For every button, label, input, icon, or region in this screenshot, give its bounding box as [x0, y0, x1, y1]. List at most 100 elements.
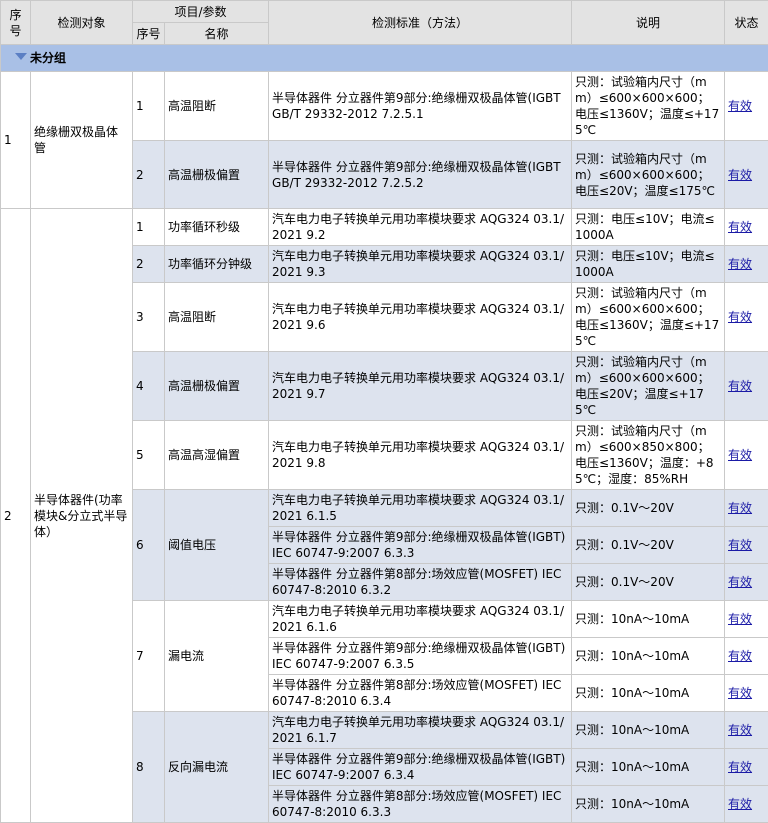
item-name: 漏电流: [165, 601, 269, 712]
standard-cell: 半导体器件 分立器件第8部分:场效应管(MOSFET) IEC 60747-8:…: [269, 786, 572, 823]
status-cell: 有效: [725, 490, 768, 527]
item-seq: 3: [133, 283, 165, 352]
header-item-seq: 序号: [133, 23, 165, 45]
item-seq: 8: [133, 712, 165, 823]
object-name: 半导体器件(功率模块&分立式半导体）: [31, 209, 133, 823]
standard-cell: 汽车电力电子转换单元用功率模块要求 AQG324 03.1/2021 9.2: [269, 209, 572, 246]
item-name: 高温栅极偏置: [165, 141, 269, 209]
item-seq: 6: [133, 490, 165, 601]
status-link[interactable]: 有效: [728, 538, 752, 552]
item-name: 高温阻断: [165, 283, 269, 352]
status-link[interactable]: 有效: [728, 220, 752, 234]
status-cell: 有效: [725, 638, 768, 675]
note-cell: 只测：10nA～10mA: [572, 675, 725, 712]
status-link[interactable]: 有效: [728, 649, 752, 663]
note-cell: 只测：试验箱内尺寸（mm）≤600×600×600；电压≤1360V；温度≤+1…: [572, 72, 725, 141]
item-seq: 1: [133, 209, 165, 246]
status-cell: 有效: [725, 675, 768, 712]
status-link[interactable]: 有效: [728, 310, 752, 324]
object-seq: 1: [1, 72, 31, 209]
status-link[interactable]: 有效: [728, 99, 752, 113]
note-cell: 只测：0.1V～20V: [572, 527, 725, 564]
note-cell: 只测：试验箱内尺寸（mm）≤600×600×600；电压≤20V；温度≤+175…: [572, 352, 725, 421]
group-cell[interactable]: 未分组: [1, 45, 768, 72]
standard-cell: 汽车电力电子转换单元用功率模块要求 AQG324 03.1/2021 9.8: [269, 421, 572, 490]
status-cell: 有效: [725, 421, 768, 490]
note-cell: 只测：10nA～10mA: [572, 749, 725, 786]
status-link[interactable]: 有效: [728, 575, 752, 589]
status-link[interactable]: 有效: [728, 257, 752, 271]
table-row: 2半导体器件(功率模块&分立式半导体）1功率循环秒级汽车电力电子转换单元用功率模…: [1, 209, 768, 246]
header-standard: 检测标准（方法）: [269, 1, 572, 45]
status-link[interactable]: 有效: [728, 379, 752, 393]
note-cell: 只测：10nA～10mA: [572, 786, 725, 823]
standard-cell: 半导体器件 分立器件第9部分:绝缘栅双极晶体管(IGBT GB/T 29332-…: [269, 141, 572, 209]
standard-cell: 汽车电力电子转换单元用功率模块要求 AQG324 03.1/2021 9.7: [269, 352, 572, 421]
note-cell: 只测：10nA～10mA: [572, 712, 725, 749]
item-seq: 2: [133, 246, 165, 283]
note-cell: 只测：试验箱内尺寸（mm）≤600×600×600；电压≤20V；温度≤175℃: [572, 141, 725, 209]
status-link[interactable]: 有效: [728, 723, 752, 737]
status-cell: 有效: [725, 352, 768, 421]
note-cell: 只测：10nA～10mA: [572, 601, 725, 638]
table-row: 1绝缘栅双极晶体管1高温阻断半导体器件 分立器件第9部分:绝缘栅双极晶体管(IG…: [1, 72, 768, 141]
note-cell: 只测：10nA～10mA: [572, 638, 725, 675]
standard-cell: 汽车电力电子转换单元用功率模块要求 AQG324 03.1/2021 6.1.5: [269, 490, 572, 527]
status-link[interactable]: 有效: [728, 168, 752, 182]
standard-cell: 半导体器件 分立器件第8部分:场效应管(MOSFET) IEC 60747-8:…: [269, 675, 572, 712]
standard-cell: 半导体器件 分立器件第9部分:绝缘栅双极晶体管(IGBT) IEC 60747-…: [269, 638, 572, 675]
collapse-triangle-icon[interactable]: [15, 53, 27, 60]
status-cell: 有效: [725, 209, 768, 246]
header-note: 说明: [572, 1, 725, 45]
note-cell: 只测：0.1V～20V: [572, 564, 725, 601]
status-cell: 有效: [725, 141, 768, 209]
item-seq: 2: [133, 141, 165, 209]
status-cell: 有效: [725, 786, 768, 823]
note-cell: 只测：试验箱内尺寸（mm）≤600×600×600；电压≤1360V；温度≤+1…: [572, 283, 725, 352]
note-cell: 只测：电压≤10V；电流≤1000A: [572, 209, 725, 246]
standard-cell: 汽车电力电子转换单元用功率模块要求 AQG324 03.1/2021 6.1.7: [269, 712, 572, 749]
item-seq: 5: [133, 421, 165, 490]
status-link[interactable]: 有效: [728, 612, 752, 626]
item-seq: 7: [133, 601, 165, 712]
standard-cell: 半导体器件 分立器件第9部分:绝缘栅双极晶体管(IGBT GB/T 29332-…: [269, 72, 572, 141]
header-status: 状态: [725, 1, 768, 45]
header-item-param: 项目/参数: [133, 1, 269, 23]
standard-cell: 汽车电力电子转换单元用功率模块要求 AQG324 03.1/2021 9.3: [269, 246, 572, 283]
item-seq: 1: [133, 72, 165, 141]
header-seq: 序号: [1, 1, 31, 45]
status-link[interactable]: 有效: [728, 797, 752, 811]
standard-cell: 半导体器件 分立器件第9部分:绝缘栅双极晶体管(IGBT) IEC 60747-…: [269, 527, 572, 564]
status-cell: 有效: [725, 712, 768, 749]
item-name: 高温栅极偏置: [165, 352, 269, 421]
status-cell: 有效: [725, 749, 768, 786]
status-link[interactable]: 有效: [728, 760, 752, 774]
note-cell: 只测：0.1V～20V: [572, 490, 725, 527]
status-cell: 有效: [725, 527, 768, 564]
status-cell: 有效: [725, 246, 768, 283]
status-cell: 有效: [725, 283, 768, 352]
status-link[interactable]: 有效: [728, 448, 752, 462]
item-name: 阈值电压: [165, 490, 269, 601]
group-label: 未分组: [30, 51, 66, 65]
item-name: 反向漏电流: [165, 712, 269, 823]
object-seq: 2: [1, 209, 31, 823]
test-items-table: 序号 检测对象 项目/参数 检测标准（方法） 说明 状态 序号 名称 未分组 1…: [0, 0, 768, 823]
group-row[interactable]: 未分组: [1, 45, 768, 72]
standard-cell: 汽车电力电子转换单元用功率模块要求 AQG324 03.1/2021 6.1.6: [269, 601, 572, 638]
note-cell: 只测：试验箱内尺寸（mm）≤600×850×800；电压≤1360V；温度：+8…: [572, 421, 725, 490]
item-name: 高温高湿偏置: [165, 421, 269, 490]
status-cell: 有效: [725, 601, 768, 638]
status-cell: 有效: [725, 72, 768, 141]
item-name: 功率循环分钟级: [165, 246, 269, 283]
note-cell: 只测：电压≤10V；电流≤1000A: [572, 246, 725, 283]
item-name: 功率循环秒级: [165, 209, 269, 246]
standard-cell: 半导体器件 分立器件第8部分:场效应管(MOSFET) IEC 60747-8:…: [269, 564, 572, 601]
header-item-name: 名称: [165, 23, 269, 45]
standard-cell: 汽车电力电子转换单元用功率模块要求 AQG324 03.1/2021 9.6: [269, 283, 572, 352]
standard-cell: 半导体器件 分立器件第9部分:绝缘栅双极晶体管(IGBT) IEC 60747-…: [269, 749, 572, 786]
status-cell: 有效: [725, 564, 768, 601]
status-link[interactable]: 有效: [728, 501, 752, 515]
status-link[interactable]: 有效: [728, 686, 752, 700]
header-object: 检测对象: [31, 1, 133, 45]
